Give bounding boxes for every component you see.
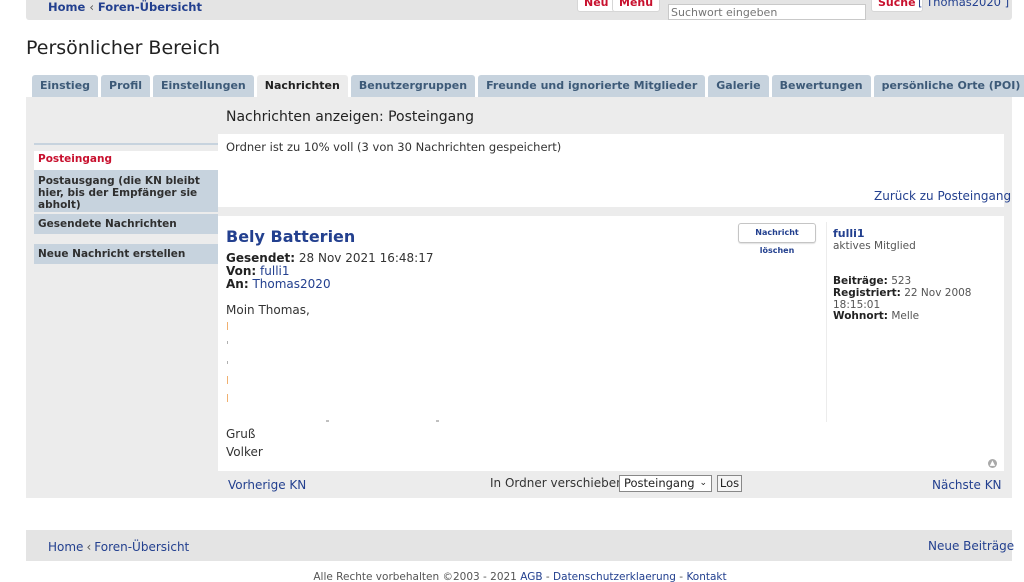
chevron-down-icon: ⌄ [699,478,707,488]
sidebar-item-sent[interactable]: Gesendete Nachrichten [34,214,218,234]
author-posts: Beiträge: 523 [833,275,912,287]
sidebar-item-outbox[interactable]: Postausgang (die KN bleibt hier, bis der… [34,170,218,212]
message-closing: Gruß [226,427,256,441]
tab-nachrichten[interactable]: Nachrichten [256,75,348,97]
top-breadcrumb: Home ‹ Foren-Übersicht [48,0,202,14]
from-user-link[interactable]: fulli1 [260,264,289,278]
redaction-mark [227,394,228,402]
scroll-top-icon[interactable]: ▲ [988,459,997,468]
redaction-mark [227,376,228,384]
message-signature: Volker [226,445,263,459]
move-folder-label: In Ordner verschieben: [490,476,628,490]
privacy-link[interactable]: Datenschutzerklaerung [553,571,676,582]
tab-einstieg[interactable]: Einstieg [32,75,99,97]
tab-einstellungen[interactable]: Einstellungen [153,75,254,97]
delete-message-button[interactable]: Nachricht löschen [738,223,816,255]
sidebar-item-inbox[interactable]: Posteingang [34,151,218,170]
author-location: Wohnort: Melle [833,310,920,322]
search-input[interactable] [668,4,866,20]
message-from: Von: fulli1 [226,264,290,278]
redaction-mark [227,322,228,330]
footer-home-link[interactable]: Home [48,540,83,554]
breadcrumb-home-link[interactable]: Home [48,0,85,14]
new-button[interactable]: Neu [577,0,616,12]
folder-select[interactable]: Posteingang ⌄ [619,475,712,492]
footer-forum-link[interactable]: Foren-Übersicht [94,540,189,554]
message-to: An: Thomas2020 [226,277,331,291]
copyright: Alle Rechte vorbehalten ©2003 - 2021 AGB… [313,571,727,582]
menu-button[interactable]: Menu [612,0,661,12]
section-title: Nachrichten anzeigen: Posteingang [226,109,475,125]
next-message-link[interactable]: Nächste KN [932,478,1002,492]
move-go-button[interactable]: Los [717,475,742,492]
tab-profil[interactable]: Profil [101,75,150,97]
profile-divider [826,222,827,422]
tab-bewertungen[interactable]: Bewertungen [771,75,871,97]
breadcrumb-separator: ‹ [89,0,94,14]
back-to-inbox-link[interactable]: Zurück zu Posteingang [874,189,1011,203]
message-subject: Bely Batterien [226,227,356,246]
tab-persönliche-orte-poi[interactable]: persönliche Orte (POI) [873,75,1024,97]
author-registered: Registriert: 22 Nov 2008 [833,287,972,299]
sidebar-item-compose[interactable]: Neue Nachricht erstellen [34,244,218,264]
redaction-mark [227,341,228,344]
author-name-link[interactable]: fulli1 [833,227,865,240]
user-link[interactable]: [ Thomas2020 ] [918,0,1009,9]
page-title: Persönlicher Bereich [26,37,221,59]
breadcrumb-separator: ‹ [86,540,92,554]
breadcrumb-forum-link[interactable]: Foren-Übersicht [98,0,202,14]
previous-message-link[interactable]: Vorherige KN [228,478,306,492]
footer-breadcrumb: Home ‹ Foren-Übersicht [48,540,189,554]
profile-tabs: Einstieg Profil Einstellungen Nachrichten Be… [32,75,1024,97]
tab-benutzergruppen[interactable]: Benutzergruppen [350,75,476,97]
author-rank: aktives Mitglied [833,240,916,252]
tab-galerie[interactable]: Galerie [708,75,769,97]
agb-link[interactable]: AGB [520,571,542,582]
search-button[interactable]: Suche [871,0,923,12]
redaction-mark [436,420,439,422]
redaction-mark [227,361,228,364]
sidebar-divider [34,143,218,145]
message-greeting: Moin Thomas, [226,303,310,317]
message-sent: Gesendet: 28 Nov 2021 16:48:17 [226,251,434,265]
folder-status: Ordner ist zu 10% voll (3 von 30 Nachric… [226,140,562,154]
redaction-mark [326,420,329,422]
new-posts-link[interactable]: Neue Beiträge [928,539,1014,553]
to-user-link[interactable]: Thomas2020 [252,277,330,291]
contact-link[interactable]: Kontakt [686,571,726,582]
tab-freunde-und-ignorierte-mitglieder[interactable]: Freunde und ignorierte Mitglieder [478,75,706,97]
